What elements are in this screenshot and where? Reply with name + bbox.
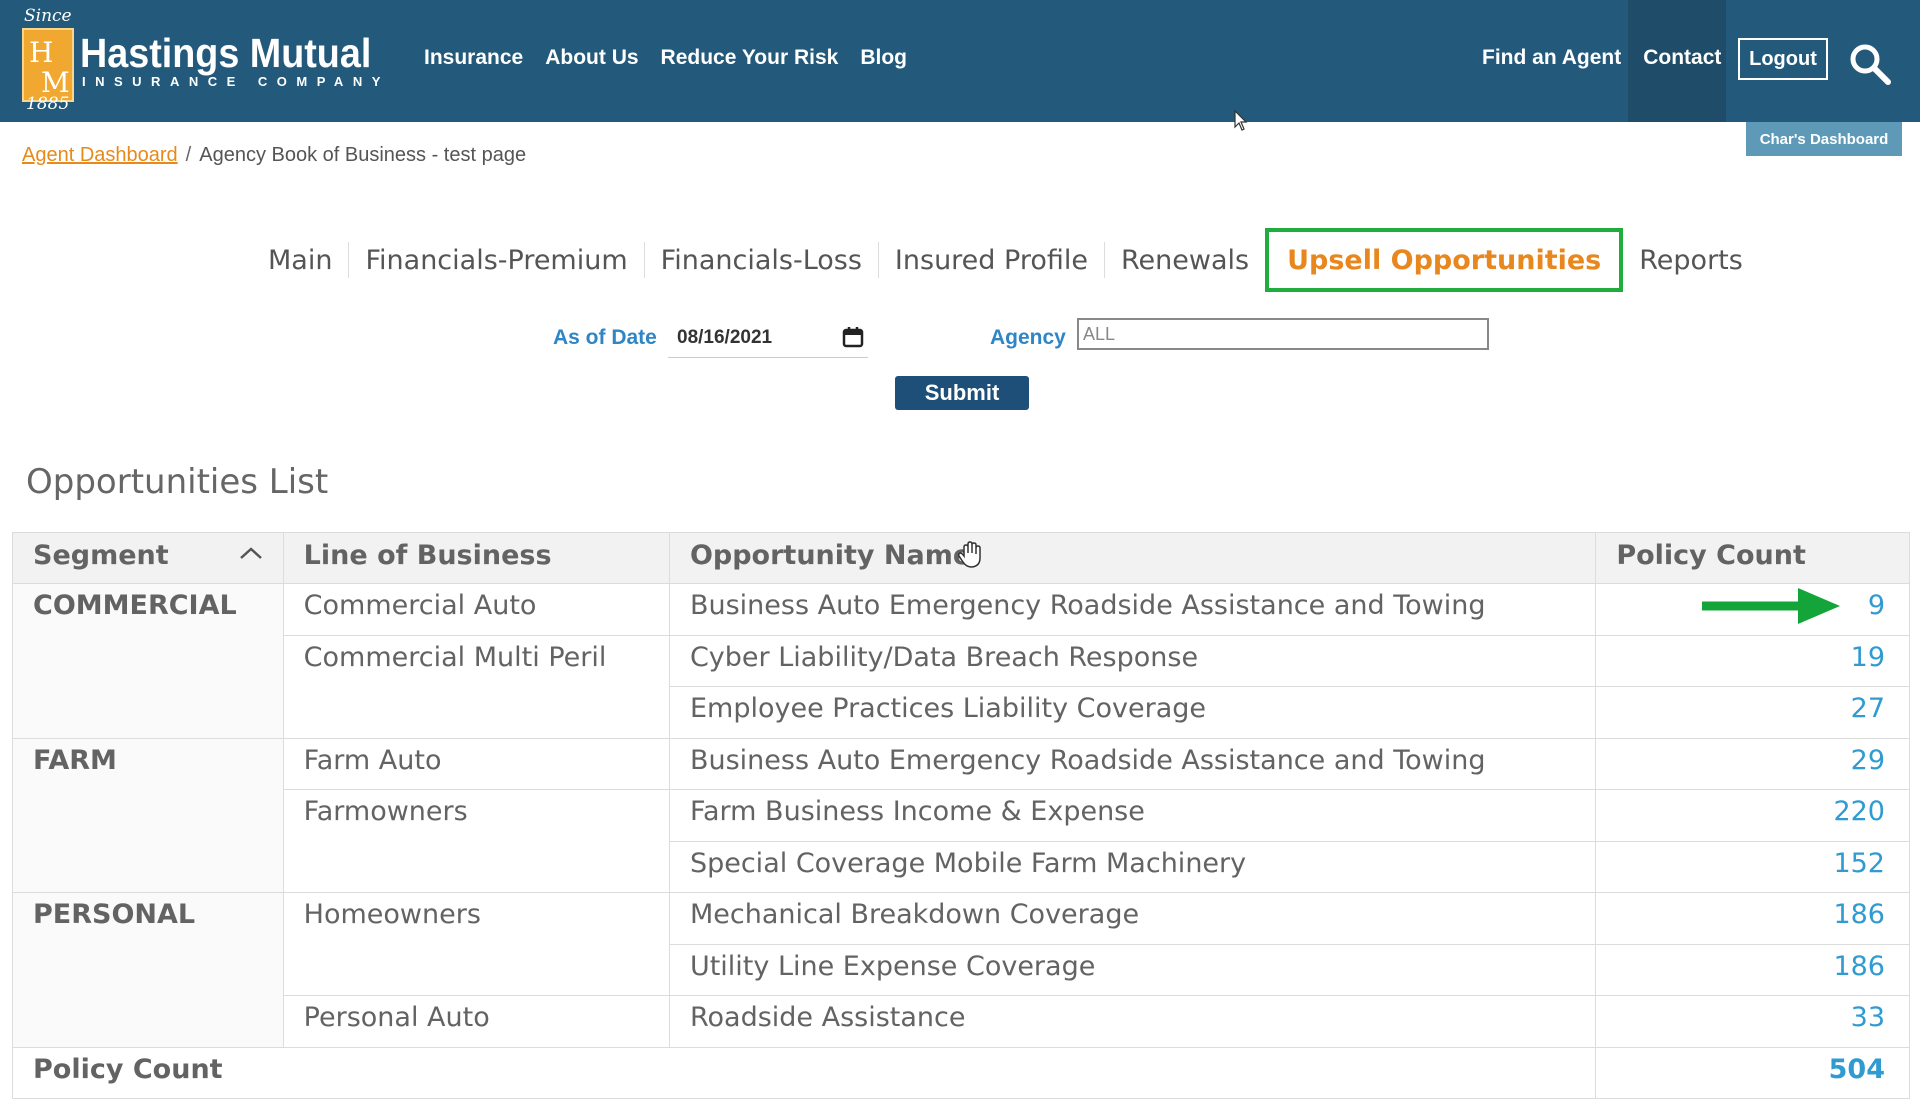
tab-insured-profile[interactable]: Insured Profile	[879, 234, 1104, 286]
breadcrumb-current: Agency Book of Business - test page	[199, 144, 527, 166]
segment-cell	[12, 789, 284, 841]
opportunity-name-cell: Business Auto Emergency Roadside Assista…	[668, 737, 1597, 790]
line-of-business-cell	[282, 944, 670, 996]
table-row: PERSONAL Homeowners Mechanical Breakdown…	[12, 892, 1910, 945]
policy-count-link[interactable]: 152	[1595, 840, 1910, 893]
logout-button[interactable]: Logout	[1738, 38, 1828, 80]
policy-count-link[interactable]: 186	[1595, 892, 1910, 945]
arrow-right-icon	[1702, 588, 1840, 624]
segment-cell: FARM	[12, 737, 284, 790]
opportunity-name-cell: Cyber Liability/Data Breach Response	[668, 634, 1597, 687]
total-policy-count-link[interactable]: 504	[1595, 1046, 1910, 1099]
line-of-business-cell: Farm Auto	[282, 737, 670, 790]
segment-cell	[12, 635, 284, 687]
logo-year: 1885	[26, 94, 70, 114]
line-of-business-cell: Commercial Auto	[282, 583, 670, 636]
opportunity-name-cell: Mechanical Breakdown Coverage	[668, 892, 1597, 945]
tab-renewals[interactable]: Renewals	[1105, 234, 1265, 286]
line-of-business-cell: Homeowners	[282, 892, 670, 944]
policy-count-link[interactable]: 186	[1595, 943, 1910, 996]
policy-count-link[interactable]: 19	[1595, 634, 1910, 687]
dashboard-badge[interactable]: Char's Dashboard	[1746, 122, 1902, 156]
table-row: Commercial Multi Peril Cyber Liability/D…	[12, 634, 1910, 687]
breadcrumb: Agent Dashboard / Agency Book of Business …	[22, 144, 526, 167]
calendar-icon[interactable]	[842, 326, 864, 348]
submit-button[interactable]: Submit	[895, 376, 1029, 410]
table-row: COMMERCIAL Commercial Auto Business Auto…	[12, 583, 1910, 636]
table-row: Employee Practices Liability Coverage 27	[12, 686, 1910, 739]
table-row: Utility Line Expense Coverage 186	[12, 943, 1910, 996]
segment-cell	[12, 686, 284, 739]
table-row: Special Coverage Mobile Farm Machinery 1…	[12, 840, 1910, 893]
policy-count-link[interactable]: 33	[1595, 995, 1910, 1048]
tab-upsell-opportunities[interactable]: Upsell Opportunities	[1265, 228, 1624, 292]
tab-reports[interactable]: Reports	[1623, 234, 1759, 286]
agency-input[interactable]	[1077, 318, 1489, 350]
as-of-date-input[interactable]: 08/16/2021	[668, 318, 868, 358]
nav-blog[interactable]: Blog	[860, 46, 907, 70]
tab-upsell-opportunities-label: Upsell Opportunities	[1287, 244, 1602, 276]
segment-cell: PERSONAL	[12, 892, 284, 944]
nav-about-us[interactable]: About Us	[545, 46, 638, 70]
search-icon[interactable]	[1848, 42, 1892, 86]
logo-name: Hastings Mutual	[80, 30, 372, 76]
column-header-segment[interactable]: Segment	[12, 532, 284, 584]
breadcrumb-separator: /	[185, 144, 192, 166]
company-logo[interactable]: H M Since 1885 Hastings Mutual INSURANCE…	[20, 6, 380, 114]
hand-cursor-icon	[957, 541, 981, 568]
line-of-business-cell: Commercial Multi Peril	[282, 634, 670, 687]
tab-financials-loss[interactable]: Financials-Loss	[645, 234, 878, 286]
segment-cell: COMMERCIAL	[12, 583, 284, 635]
segment-cell	[12, 995, 284, 1048]
logo-letter-h: H	[29, 36, 54, 69]
as-of-date-label: As of Date	[553, 326, 657, 349]
opportunity-name-cell: Special Coverage Mobile Farm Machinery	[668, 840, 1597, 893]
column-header-policy-count[interactable]: Policy Count	[1595, 532, 1910, 584]
section-title: Opportunities List	[26, 462, 329, 502]
nav-insurance[interactable]: Insurance	[424, 46, 523, 70]
column-header-segment-label: Segment	[33, 540, 169, 571]
site-header: H M Since 1885 Hastings Mutual INSURANCE…	[0, 0, 1920, 122]
table-row: FARM Farm Auto Business Auto Emergency R…	[12, 737, 1910, 790]
line-of-business-cell: Farmowners	[282, 789, 670, 841]
nav-find-an-agent[interactable]: Find an Agent	[1482, 46, 1621, 70]
table-total-row: Policy Count 504	[11, 1046, 1910, 1099]
nav-contact[interactable]: Contact	[1643, 46, 1721, 70]
logo-emblem: H M	[22, 28, 74, 102]
policy-count-link[interactable]: 27	[1595, 686, 1910, 739]
opportunity-name-cell: Business Auto Emergency Roadside Assista…	[668, 583, 1597, 636]
report-tabs: Main Financials-Premium Financials-Loss …	[252, 228, 1759, 292]
segment-cell	[12, 944, 284, 996]
main-nav: Insurance About Us Reduce Your Risk Blog	[424, 46, 907, 70]
opportunities-table: Segment Line of Business Opportunity Nam…	[11, 532, 1910, 1099]
line-of-business-cell: Personal Auto	[282, 995, 670, 1048]
policy-count-link[interactable]: 29	[1595, 737, 1910, 790]
segment-cell	[12, 841, 284, 893]
as-of-date-value: 08/16/2021	[677, 326, 773, 348]
column-header-line-of-business[interactable]: Line of Business	[282, 532, 670, 584]
agency-label: Agency	[990, 326, 1066, 349]
opportunity-name-cell: Utility Line Expense Coverage	[668, 943, 1597, 996]
policy-count-link[interactable]: 220	[1595, 789, 1910, 842]
tab-main[interactable]: Main	[252, 234, 348, 286]
chevron-up-icon[interactable]	[239, 546, 263, 560]
opportunity-name-cell: Employee Practices Liability Coverage	[668, 686, 1597, 739]
line-of-business-cell	[282, 686, 670, 739]
table-row: Farmowners Farm Business Income & Expens…	[12, 789, 1910, 842]
table-row: Personal Auto Roadside Assistance 33	[12, 995, 1910, 1048]
breadcrumb-agent-dashboard[interactable]: Agent Dashboard	[22, 144, 178, 166]
nav-reduce-your-risk[interactable]: Reduce Your Risk	[661, 46, 839, 70]
opportunity-name-cell: Farm Business Income & Expense	[668, 789, 1597, 842]
logo-subtitle: INSURANCE COMPANY	[82, 74, 390, 89]
opportunity-name-cell: Roadside Assistance	[668, 995, 1597, 1048]
mouse-pointer-icon	[1234, 110, 1248, 131]
logo-since: Since	[24, 6, 72, 26]
total-label: Policy Count	[11, 1046, 1597, 1099]
utility-nav: Find an Agent Contact	[1482, 46, 1721, 70]
column-header-opportunity-name[interactable]: Opportunity Name	[668, 532, 1597, 584]
line-of-business-cell	[282, 841, 670, 893]
tab-financials-premium[interactable]: Financials-Premium	[349, 234, 643, 286]
